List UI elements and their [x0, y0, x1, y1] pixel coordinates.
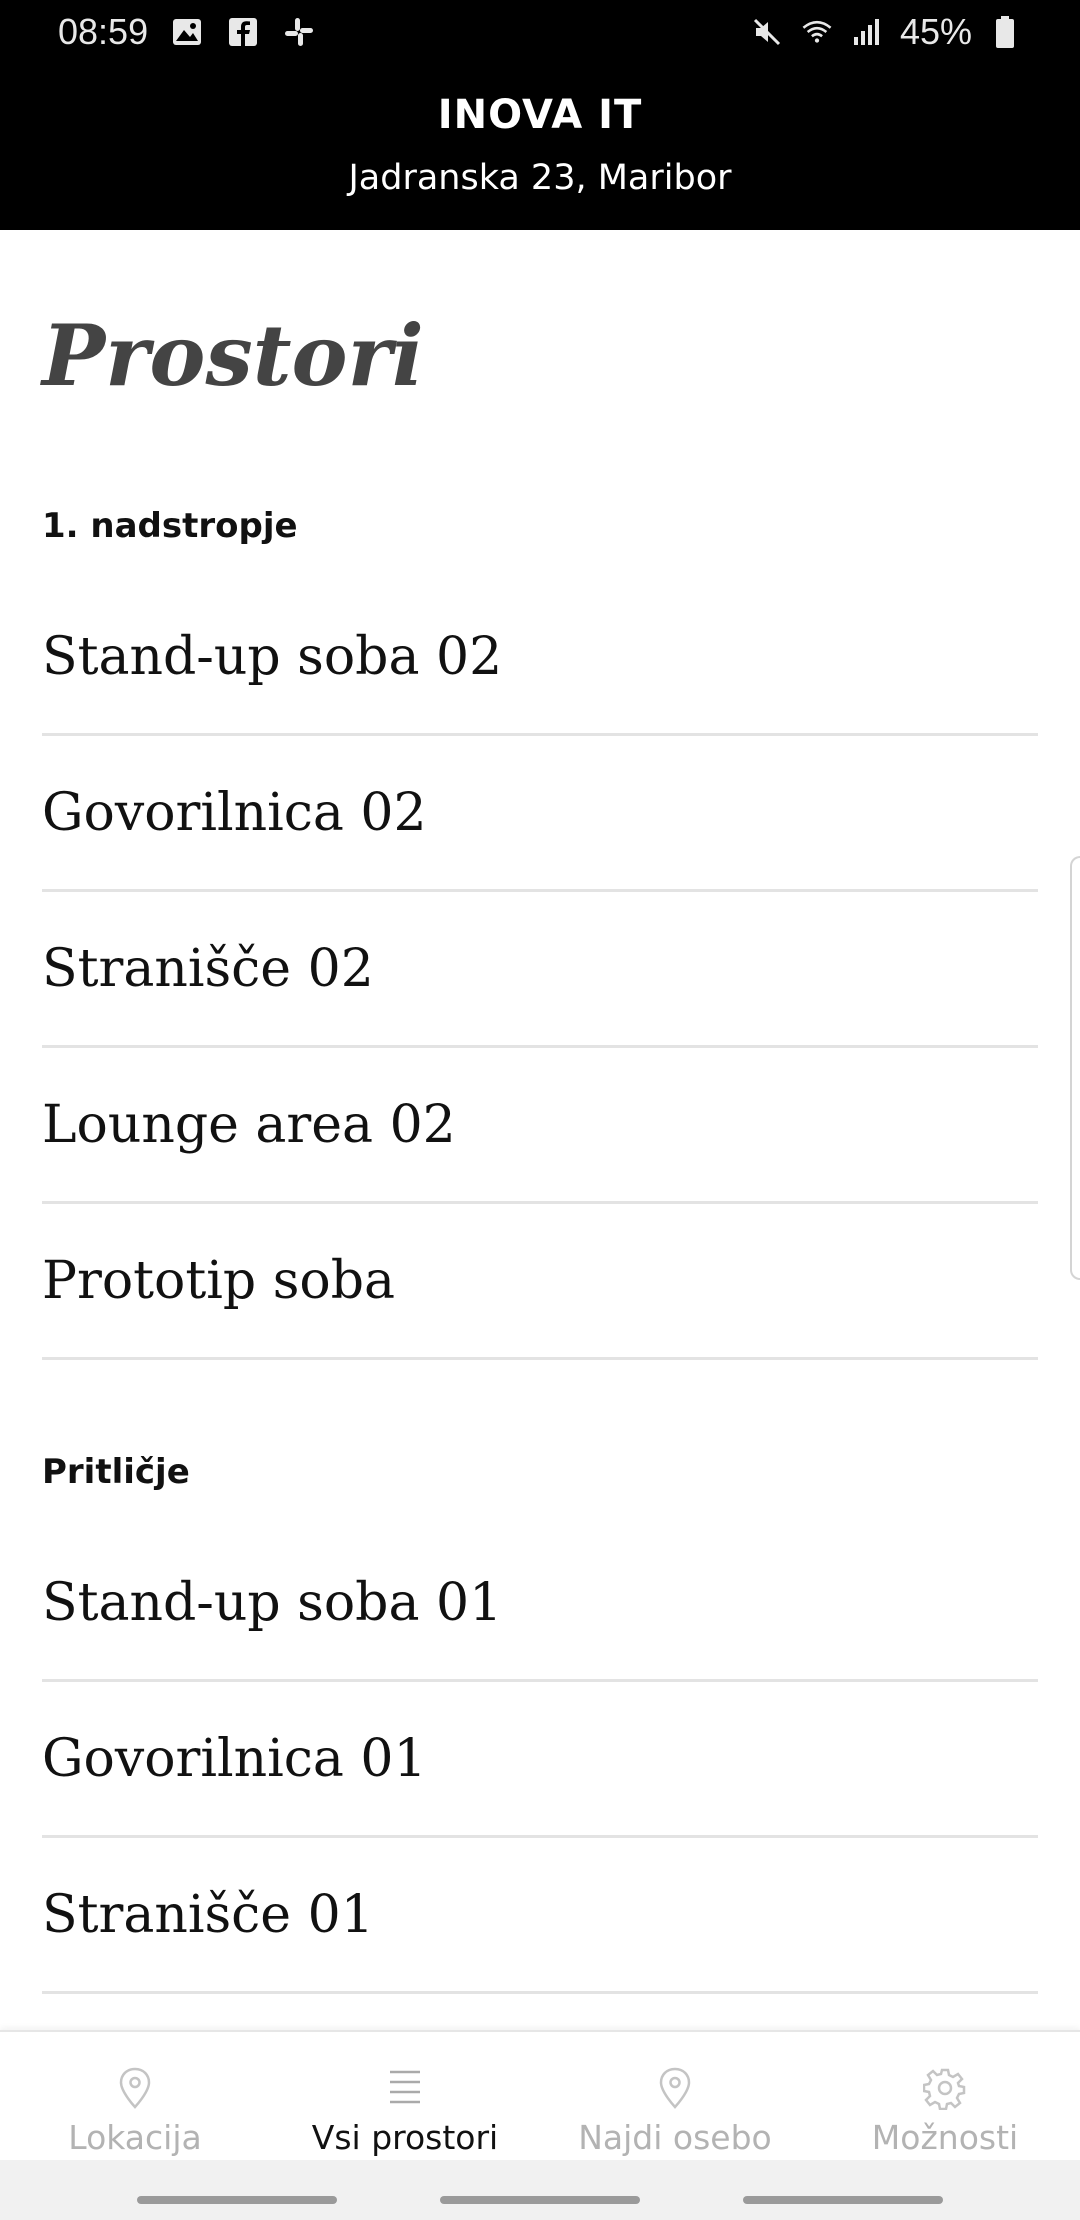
bottom-navigation: Lokacija Vsi prostori Najdi osebo Možnos…	[0, 2030, 1080, 2162]
nav-tab-options[interactable]: Možnosti	[810, 2032, 1080, 2162]
room-name: Prototip soba	[42, 1250, 395, 1311]
location-pin-icon	[657, 2064, 693, 2112]
nav-tab-label: Možnosti	[871, 2118, 1019, 2157]
app-header: 08:59 45% INOVA IT Jadranska 23, Maribor	[0, 0, 1080, 230]
room-list-item[interactable]: Stand-up soba 02	[42, 580, 1038, 736]
system-navigation-bar	[0, 2160, 1080, 2220]
room-list-item[interactable]: Lounge area 02	[42, 1048, 1038, 1204]
organization-address: Jadranska 23, Maribor	[348, 158, 732, 198]
system-home-gesture[interactable]	[440, 2196, 640, 2204]
room-list-item[interactable]: Stand-up soba 01	[42, 1526, 1038, 1682]
wifi-icon	[800, 15, 834, 49]
section-header-first-floor: 1. nadstropje	[42, 506, 298, 546]
room-name: Stand-up soba 01	[42, 1572, 503, 1633]
nav-tab-label: Vsi prostori	[311, 2118, 499, 2157]
battery-percent: 45%	[899, 11, 972, 52]
room-name: Stand-up soba 02	[42, 626, 503, 687]
signal-icon	[850, 15, 884, 49]
room-list-item[interactable]: Stranišče 02	[42, 892, 1038, 1048]
room-list-item[interactable]: Prototip soba	[42, 1204, 1038, 1360]
room-list-item[interactable]: Govorilnica 01	[42, 1682, 1038, 1838]
nav-tab-all-rooms[interactable]: Vsi prostori	[270, 2032, 540, 2162]
edge-panel-handle[interactable]	[1070, 856, 1080, 1280]
room-list-item[interactable]: Stranišče 01	[42, 1838, 1038, 1994]
organization-name: INOVA IT	[437, 92, 643, 138]
room-name: Govorilnica 02	[42, 782, 427, 843]
system-back-gesture[interactable]	[137, 2196, 337, 2204]
nav-tab-label: Najdi osebo	[578, 2118, 772, 2157]
nav-tab-label: Lokacija	[68, 2118, 202, 2157]
nav-tab-find-person[interactable]: Najdi osebo	[540, 2032, 810, 2162]
room-name: Stranišče 02	[42, 938, 374, 999]
gear-icon	[923, 2064, 967, 2112]
status-bar-left: 08:59	[58, 10, 316, 54]
status-time: 08:59	[58, 11, 149, 52]
room-name: Govorilnica 01	[42, 1728, 427, 1789]
page-title: Prostori	[42, 306, 424, 405]
system-recents-gesture[interactable]	[743, 2196, 943, 2204]
mute-icon	[750, 15, 784, 49]
nav-tab-location[interactable]: Lokacija	[0, 2032, 270, 2162]
location-pin-icon	[117, 2064, 153, 2112]
section-header-ground-floor: Pritličje	[42, 1452, 190, 1492]
status-bar-right: 45%	[750, 10, 1022, 54]
list-icon	[387, 2064, 423, 2112]
room-list-item[interactable]: Govorilnica 02	[42, 736, 1038, 892]
slack-icon	[282, 15, 316, 49]
room-name: Stranišče 01	[42, 1884, 374, 1945]
battery-icon	[988, 15, 1022, 49]
gallery-icon	[170, 15, 204, 49]
facebook-icon	[226, 15, 260, 49]
room-name: Lounge area 02	[42, 1094, 456, 1155]
